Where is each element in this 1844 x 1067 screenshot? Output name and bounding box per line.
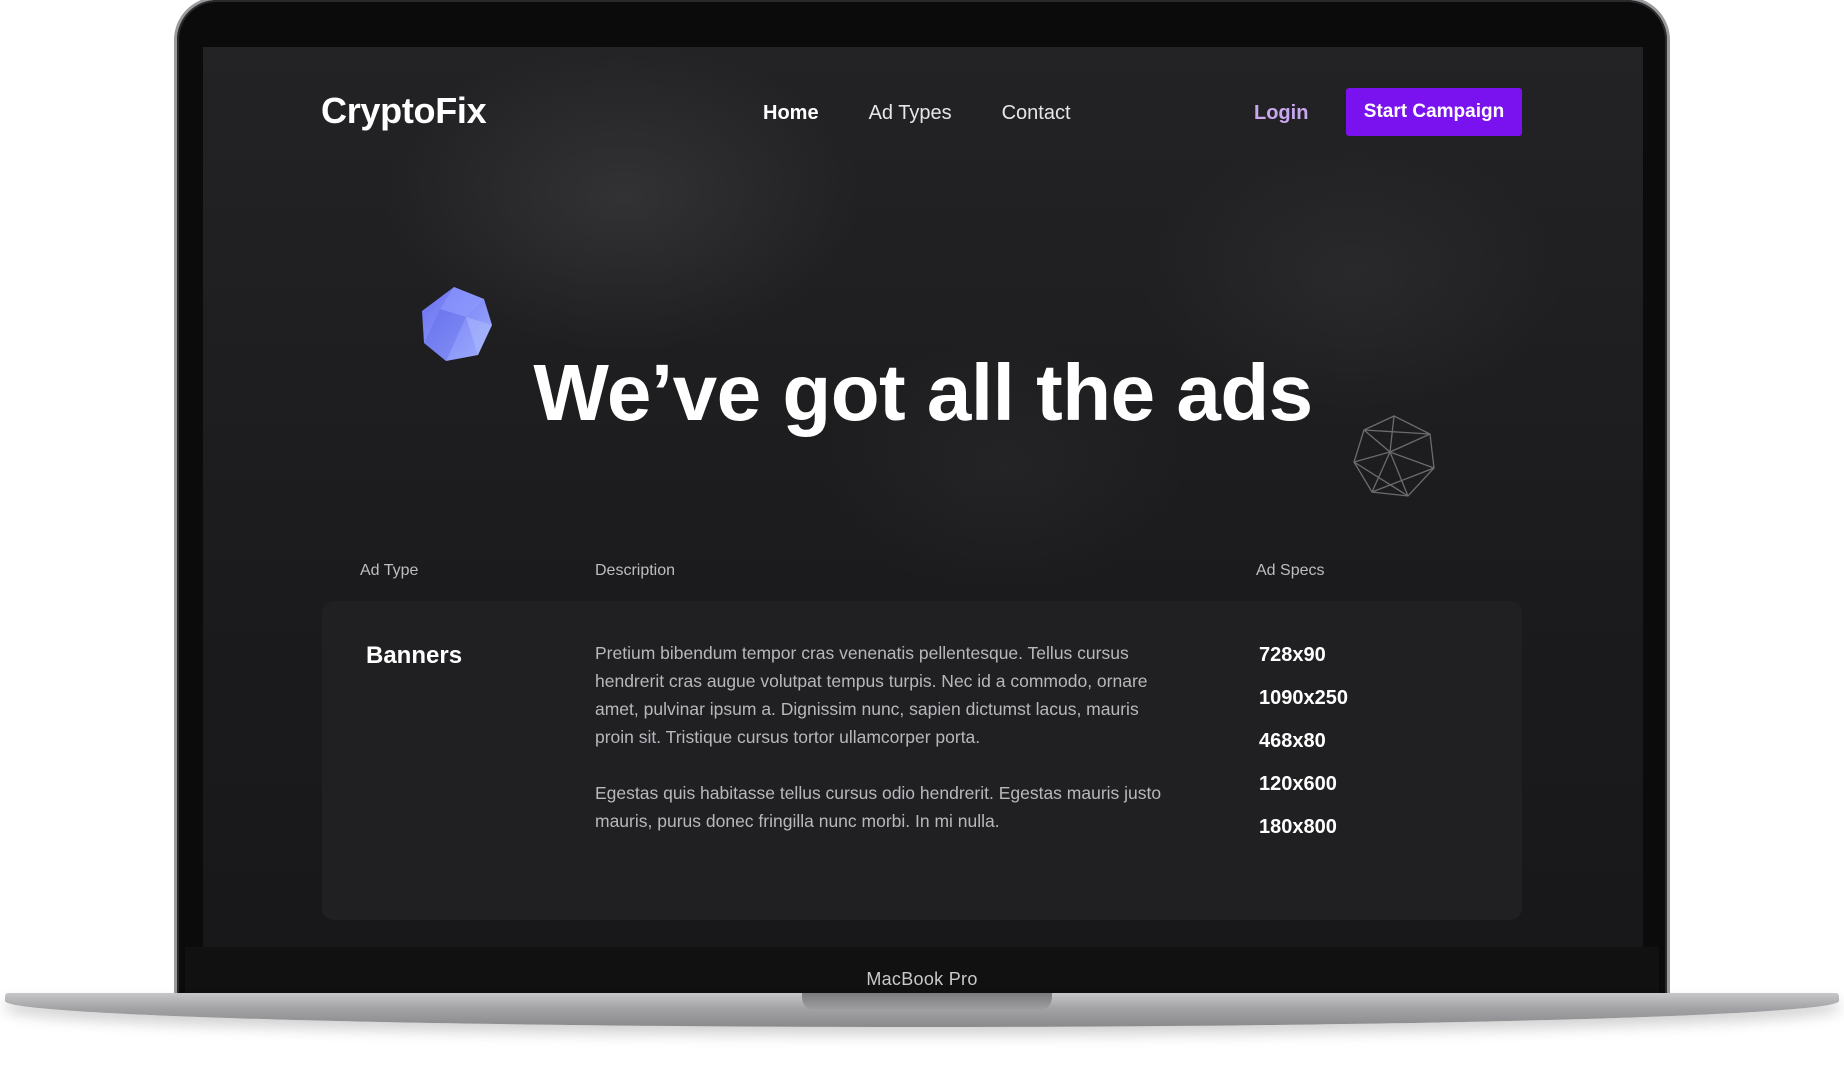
- laptop-bottom-bezel: MacBook Pro: [185, 947, 1659, 993]
- wireframe-gem-icon: [1353, 415, 1435, 497]
- device-label: MacBook Pro: [866, 969, 978, 989]
- ad-spec-item: 180x800: [1259, 816, 1337, 838]
- ad-spec-item: 1090x250: [1259, 687, 1348, 709]
- description-paragraph: Egestas quis habitasse tellus cursus odi…: [595, 783, 1162, 831]
- column-header-ad-specs: Ad Specs: [1256, 562, 1325, 579]
- column-header-description: Description: [595, 562, 676, 579]
- laptop-notch: [802, 993, 1052, 1011]
- nav-link-home[interactable]: Home: [763, 102, 819, 125]
- logo[interactable]: CryptoFix: [321, 90, 487, 132]
- table-row: Banners Pretium bibendum tempor cras ven…: [322, 601, 1522, 920]
- column-header-ad-type: Ad Type: [360, 562, 419, 579]
- navbar: CryptoFix Home Ad Types Contact Login St…: [203, 47, 1643, 177]
- nav-links: Home Ad Types Contact: [763, 102, 1071, 125]
- ad-spec-item: 728x90: [1259, 644, 1326, 666]
- nav-link-contact[interactable]: Contact: [1002, 102, 1071, 125]
- description-paragraph: Pretium bibendum tempor cras venenatis p…: [595, 643, 1148, 747]
- ad-description: Pretium bibendum tempor cras venenatis p…: [595, 639, 1175, 863]
- ad-spec-item: 468x80: [1259, 730, 1326, 752]
- start-campaign-button[interactable]: Start Campaign: [1346, 88, 1522, 136]
- login-link[interactable]: Login: [1254, 102, 1308, 125]
- ad-specs-list: 728x90 1090x250 468x80 120x600 180x800: [1259, 644, 1348, 859]
- nav-link-ad-types[interactable]: Ad Types: [869, 102, 952, 125]
- screen: CryptoFix Home Ad Types Contact Login St…: [203, 47, 1643, 947]
- ad-type-name: Banners: [366, 642, 463, 669]
- stage: CryptoFix Home Ad Types Contact Login St…: [0, 0, 1844, 1067]
- ad-spec-item: 120x600: [1259, 773, 1337, 795]
- laptop-base: [5, 993, 1839, 1027]
